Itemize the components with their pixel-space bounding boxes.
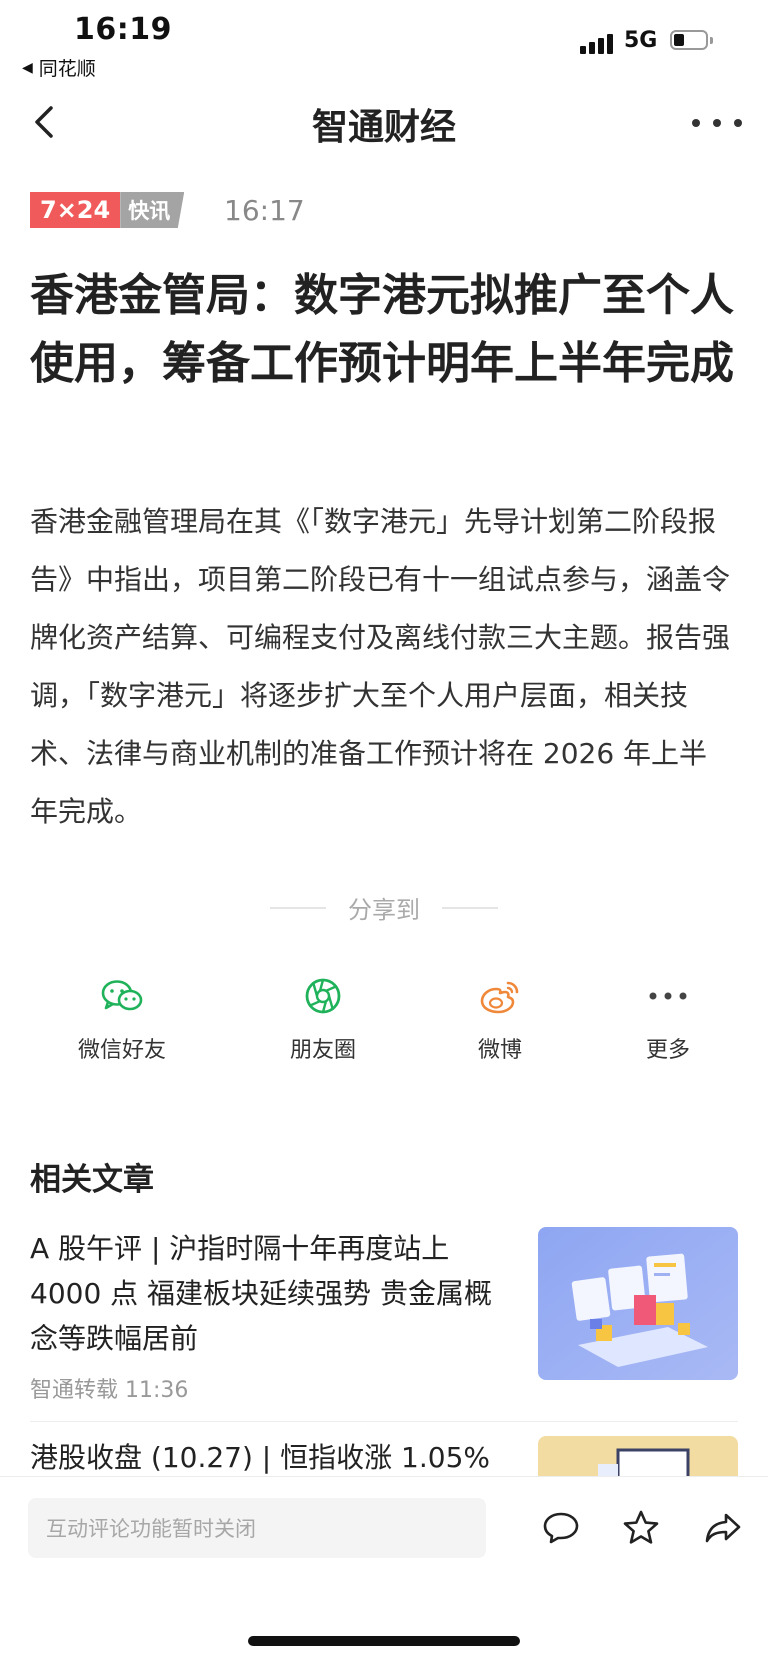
battery-icon	[670, 30, 714, 52]
article-time: 16:17	[224, 194, 305, 227]
back-app-label: 同花顺	[38, 58, 96, 80]
network-type: 5G	[624, 28, 658, 53]
related-article-thumbnail[interactable]	[538, 1227, 738, 1380]
share-arrow-icon	[705, 1513, 741, 1543]
wechat-icon	[101, 980, 143, 1011]
share-wechat-label: 微信好友	[77, 1038, 166, 1063]
share-divider: 分享到	[0, 890, 768, 925]
related-divider	[30, 1421, 738, 1422]
related-article-meta: 智通转载 11:36	[30, 1372, 188, 1404]
favorite-button[interactable]	[619, 1506, 663, 1550]
share-weibo-button[interactable]: 微博	[425, 972, 575, 1064]
article-headline: 香港金管局：数字港元拟推广至个人使用，筹备工作预计明年上半年完成	[30, 270, 734, 389]
related-article-title[interactable]: A 股午评 | 沪指时隔十年再度站上 4000 点 福建板块延续强势 贵金属概念…	[30, 1226, 510, 1361]
badge-7x24: 7×24	[30, 192, 121, 228]
share-more-button[interactable]: 更多	[593, 972, 743, 1064]
comment-input[interactable]: 互动评论功能暂时关闭	[28, 1498, 486, 1558]
more-icon	[649, 992, 687, 1000]
page-title: 智通财经	[311, 106, 456, 148]
share-weibo-label: 微博	[477, 1038, 522, 1063]
more-options-button[interactable]	[692, 110, 742, 136]
share-moments-button[interactable]: 朋友圈	[248, 972, 398, 1064]
share-moments-label: 朋友圈	[289, 1038, 356, 1063]
comment-button[interactable]	[539, 1506, 583, 1550]
share-label: 分享到	[348, 896, 420, 924]
home-indicator	[248, 1636, 520, 1646]
back-triangle-icon: ◀	[22, 59, 33, 76]
article-body: 香港金融管理局在其《「数字港元」先导计划第二阶段报告》中指出，项目第二阶段已有十…	[30, 505, 731, 828]
share-more-label: 更多	[645, 1038, 690, 1063]
star-icon	[623, 1510, 659, 1544]
related-article-title[interactable]: 港股收盘 (10.27) | 恒指收涨 1.05%	[30, 1435, 510, 1480]
badge-flash: 快讯	[120, 192, 185, 228]
related-section-title: 相关文章	[30, 1162, 154, 1198]
weibo-icon	[480, 981, 519, 1014]
news-badge: 7×24 快讯	[30, 192, 185, 228]
share-wechat-button[interactable]: 微信好友	[47, 972, 197, 1064]
comment-icon	[543, 1512, 579, 1544]
back-to-app-link[interactable]: ◀ 同花顺	[22, 54, 96, 81]
moments-icon	[305, 978, 341, 1014]
related-article-source: 智通转载	[30, 1378, 119, 1403]
signal-icon	[580, 30, 616, 54]
share-button[interactable]	[701, 1506, 745, 1550]
related-article-time: 11:36	[125, 1378, 189, 1403]
status-time: 16:19	[74, 12, 172, 47]
